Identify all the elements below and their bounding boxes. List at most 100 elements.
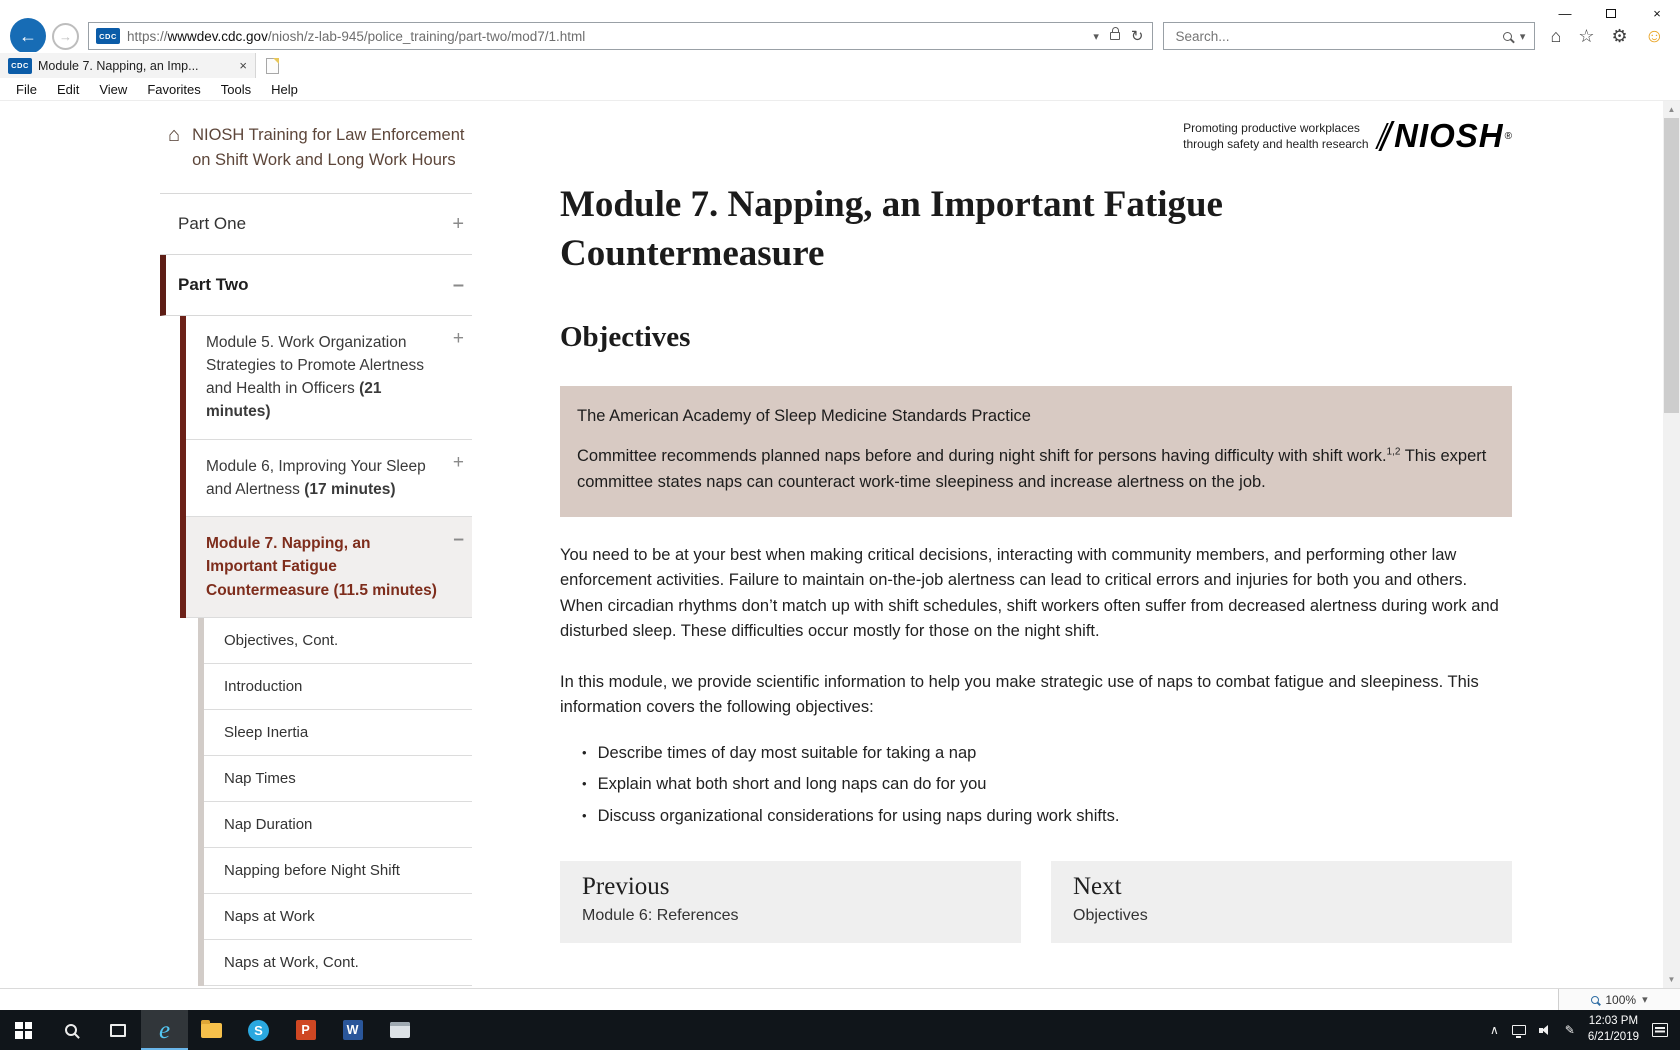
menu-tools[interactable]: Tools	[211, 82, 261, 97]
sidebar-item-module5[interactable]: Module 5. Work Organization Strategies t…	[186, 316, 472, 440]
scroll-up-icon[interactable]: ▲	[1663, 101, 1680, 118]
previous-page-button[interactable]: Previous Module 6: References	[560, 861, 1021, 943]
sidebar-item-sleep-inertia[interactable]: Sleep Inertia	[204, 710, 472, 756]
page-navigation: Previous Module 6: References Next Objec…	[560, 861, 1512, 943]
taskbar-app-window-button[interactable]	[376, 1010, 423, 1050]
taskbar-file-explorer-button[interactable]	[188, 1010, 235, 1050]
search-input[interactable]	[1173, 28, 1494, 45]
menu-file[interactable]: File	[6, 82, 47, 97]
scroll-down-icon[interactable]: ▼	[1663, 971, 1680, 988]
clock[interactable]: 12:03 PM 6/21/2019	[1588, 1014, 1639, 1045]
menu-favorites[interactable]: Favorites	[137, 82, 210, 97]
windows-logo-icon	[15, 1022, 32, 1039]
maximize-icon	[1606, 9, 1616, 18]
network-icon[interactable]	[1512, 1025, 1526, 1035]
part-one-label: Part One	[178, 214, 246, 234]
objectives-list: • Describe times of day most suitable fo…	[560, 738, 1512, 833]
taskbar-skype-button[interactable]: S	[235, 1010, 282, 1050]
sidebar-item-nap-times[interactable]: Nap Times	[204, 756, 472, 802]
part-two-label: Part Two	[178, 275, 249, 295]
footnote-superscript: 1,2	[1387, 447, 1401, 458]
forward-button[interactable]: →	[52, 23, 79, 50]
callout-text-a: Committee recommends planned naps before…	[577, 447, 1387, 465]
minimize-button[interactable]: —	[1542, 0, 1588, 26]
objective-2: Explain what both short and long naps ca…	[598, 772, 987, 798]
tray-time: 12:03 PM	[1588, 1014, 1639, 1030]
menu-edit[interactable]: Edit	[47, 82, 89, 97]
next-label: Next	[1073, 873, 1490, 901]
search-caret-icon[interactable]: ▾	[1520, 30, 1526, 43]
module7-pages: Objectives, Cont. Introduction Sleep Ine…	[198, 618, 472, 986]
refresh-icon[interactable]: ↻	[1131, 27, 1144, 45]
search-icon[interactable]	[1503, 32, 1512, 41]
collapse-minus-icon[interactable]: –	[453, 275, 464, 295]
previous-target: Module 6: References	[582, 907, 999, 925]
taskbar-search-button[interactable]	[47, 1010, 94, 1050]
sidebar-item-napping-before-night-shift[interactable]: Napping before Night Shift	[204, 848, 472, 894]
module6-expand-icon[interactable]: +	[453, 453, 464, 472]
back-button[interactable]: ←	[10, 18, 46, 54]
close-button[interactable]: ×	[1634, 0, 1680, 26]
address-bar[interactable]: CDC https://wwwdev.cdc.gov/niosh/z-lab-9…	[88, 22, 1153, 50]
next-page-button[interactable]: Next Objectives	[1051, 861, 1512, 943]
feedback-smiley-icon[interactable]: ☺	[1645, 27, 1664, 46]
sidebar-item-module6[interactable]: Module 6, Improving Your Sleep and Alert…	[186, 440, 472, 518]
list-item: • Describe times of day most suitable fo…	[582, 738, 1512, 770]
main-content: Promoting productive workplaces through …	[560, 101, 1512, 943]
command-icons: ⌂ ☆ ⚙ ☺	[1550, 27, 1664, 46]
window-controls: — ×	[1542, 0, 1680, 26]
sidebar-home-link[interactable]: ⌂ NIOSH Training for Law Enforcement on …	[160, 113, 472, 194]
action-center-icon[interactable]	[1652, 1023, 1668, 1037]
objective-3: Discuss organizational considerations fo…	[598, 804, 1120, 830]
gear-icon[interactable]: ⚙	[1611, 27, 1627, 45]
objectives-heading: Objectives	[560, 321, 1512, 354]
word-icon: W	[343, 1020, 363, 1040]
tab-module7[interactable]: CDC Module 7. Napping, an Imp... ×	[0, 53, 256, 78]
sidebar-item-introduction[interactable]: Introduction	[204, 664, 472, 710]
sidebar-item-naps-at-work[interactable]: Naps at Work	[204, 894, 472, 940]
tab-close-icon[interactable]: ×	[239, 58, 247, 73]
sidebar-item-naps-at-work-cont[interactable]: Naps at Work, Cont.	[204, 940, 472, 986]
taskbar-word-button[interactable]: W	[329, 1010, 376, 1050]
list-item: • Discuss organizational considerations …	[582, 801, 1512, 833]
previous-label: Previous	[582, 873, 999, 901]
home-icon[interactable]: ⌂	[1550, 27, 1561, 45]
scrollbar-thumb[interactable]	[1664, 118, 1679, 413]
module5-label: Module 5. Work Organization Strategies t…	[206, 334, 424, 398]
taskbar-powerpoint-button[interactable]: P	[282, 1010, 329, 1050]
expand-plus-icon[interactable]: +	[452, 214, 464, 234]
niosh-logo-block: Promoting productive workplaces through …	[560, 117, 1512, 155]
menu-help[interactable]: Help	[261, 82, 308, 97]
task-view-button[interactable]	[94, 1010, 141, 1050]
niosh-tagline: Promoting productive workplaces through …	[1183, 120, 1368, 152]
search-box[interactable]: ▾	[1163, 22, 1535, 50]
autocomplete-caret-icon[interactable]: ▾	[1093, 30, 1099, 43]
bullet-icon: •	[582, 743, 587, 767]
windows-taskbar: e S P W ∧ ✎ 12:03 PM 6/21/2019	[0, 1010, 1680, 1050]
menu-view[interactable]: View	[89, 82, 137, 97]
start-button[interactable]	[0, 1010, 47, 1050]
hidden-icons-chevron-icon[interactable]: ∧	[1490, 1024, 1499, 1036]
next-target: Objectives	[1073, 907, 1490, 925]
sidebar-item-objectives-cont[interactable]: Objectives, Cont.	[204, 618, 472, 664]
zoom-caret-icon[interactable]: ▾	[1642, 993, 1648, 1006]
sidebar-item-nap-duration[interactable]: Nap Duration	[204, 802, 472, 848]
favorites-star-icon[interactable]: ☆	[1578, 27, 1594, 45]
body-paragraph-2: In this module, we provide scientific in…	[560, 670, 1512, 720]
zoom-control[interactable]: 100% ▾	[1558, 989, 1680, 1010]
vertical-scrollbar[interactable]: ▲ ▼	[1663, 101, 1680, 988]
menu-bar: File Edit View Favorites Tools Help	[0, 78, 1680, 101]
sidebar-item-module7-active[interactable]: Module 7. Napping, an Important Fatigue …	[186, 517, 472, 618]
sidebar-item-part-one[interactable]: Part One +	[160, 194, 472, 255]
task-view-icon	[110, 1024, 126, 1037]
sidebar-item-part-two[interactable]: Part Two –	[160, 255, 472, 316]
module5-expand-icon[interactable]: +	[453, 329, 464, 348]
maximize-button[interactable]	[1588, 0, 1634, 26]
list-item: • Explain what both short and long naps …	[582, 769, 1512, 801]
taskbar-ie-button[interactable]: e	[141, 1010, 188, 1050]
pen-icon[interactable]: ✎	[1565, 1024, 1575, 1036]
volume-icon[interactable]	[1539, 1024, 1552, 1036]
home-house-icon: ⌂	[168, 123, 180, 173]
module7-collapse-icon[interactable]: –	[453, 530, 464, 549]
new-tab-button[interactable]	[256, 53, 288, 78]
